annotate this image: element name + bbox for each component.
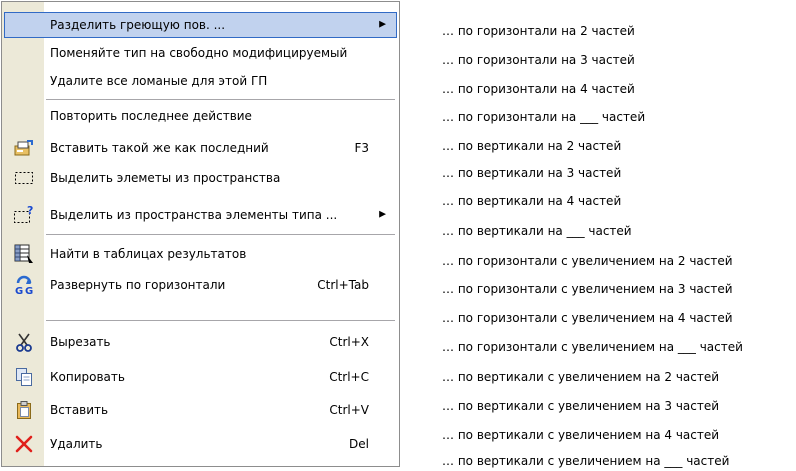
menu-item-shortcut: Ctrl+C [329, 370, 369, 384]
submenu-item-horizontal-2[interactable]: … по горизонтали на 2 частей [442, 24, 635, 38]
menu-item-repeat-last-action[interactable]: Повторить последнее действие [4, 103, 397, 129]
svg-text:?: ? [27, 205, 33, 217]
submenu-item-horizontal-n[interactable]: … по горизонтали на ___ частей [442, 110, 645, 124]
menu-item-label: Удалите все ломаные для этой ГП [50, 74, 268, 88]
menu-item-flip-horizontal[interactable]: G G Развернуть по горизонтали Ctrl+Tab [4, 272, 397, 298]
menu-item-shortcut: Ctrl+X [329, 335, 369, 349]
submenu-item-vertical-n[interactable]: … по вертикали на ___ частей [442, 224, 632, 238]
menu-item-label: Разделить греющую пов. ... [50, 18, 226, 32]
split-submenu: … по горизонтали на 2 частей … по горизо… [428, 0, 796, 471]
screen: Разделить греющую пов. ... ▶ Поменяйте т… [0, 0, 796, 471]
scissors-icon [13, 331, 35, 353]
submenu-item-vertical-4[interactable]: … по вертикали на 4 частей [442, 194, 621, 208]
delete-icon [13, 433, 35, 455]
copy-icon [13, 366, 35, 388]
menu-separator [46, 99, 395, 100]
menu-item-label: Вырезать [50, 335, 111, 349]
menu-item-delete-polylines[interactable]: Удалите все ломаные для этой ГП [4, 68, 397, 94]
menu-item-delete[interactable]: Удалить Del [4, 431, 397, 457]
svg-text:G: G [25, 286, 33, 296]
submenu-item-vertical-inc-4[interactable]: … по вертикали с увеличением на 4 частей [442, 428, 719, 442]
menu-item-change-type-free[interactable]: Поменяйте тип на свободно модифицируемый [4, 40, 397, 66]
menu-item-shortcut: F3 [354, 141, 369, 155]
menu-item-select-from-space[interactable]: Выделить элеметы из пространства [4, 165, 397, 191]
svg-text:G: G [15, 286, 23, 296]
menu-item-shortcut: Ctrl+V [329, 403, 369, 417]
menu-item-label: Выделить из пространства элементы типа .… [50, 208, 338, 222]
submenu-item-vertical-3[interactable]: … по вертикали на 3 частей [442, 166, 621, 180]
paste-icon [13, 399, 35, 421]
menu-item-split-heating-surface[interactable]: Разделить греющую пов. ... ▶ [4, 12, 397, 38]
menu-item-label: Удалить [50, 437, 103, 451]
submenu-item-vertical-inc-n[interactable]: … по вертикали с увеличением на ___ част… [442, 454, 729, 468]
flip-horizontal-icon: G G [13, 274, 35, 296]
menu-item-copy[interactable]: Копировать Ctrl+C [4, 364, 397, 390]
menu-item-paste[interactable]: Вставить Ctrl+V [4, 397, 397, 423]
menu-item-label: Выделить элеметы из пространства [50, 171, 281, 185]
menu-item-shortcut: Ctrl+Tab [317, 278, 369, 292]
submenu-item-horizontal-inc-3[interactable]: … по горизонтали с увеличением на 3 част… [442, 282, 733, 296]
menu-item-label: Вставить [50, 403, 109, 417]
submenu-arrow-icon: ▶ [379, 209, 386, 220]
submenu-item-vertical-2[interactable]: … по вертикали на 2 частей [442, 139, 621, 153]
select-region-icon [13, 167, 35, 189]
menu-item-find-in-results[interactable]: Найти в таблицах результатов [4, 241, 397, 267]
menu-item-cut[interactable]: Вырезать Ctrl+X [4, 329, 397, 355]
submenu-item-horizontal-4[interactable]: … по горизонтали на 4 частей [442, 82, 635, 96]
submenu-item-horizontal-inc-n[interactable]: … по горизонтали с увеличением на ___ ча… [442, 340, 743, 354]
menu-item-label: Повторить последнее действие [50, 109, 252, 123]
submenu-item-horizontal-inc-2[interactable]: … по горизонтали с увеличением на 2 част… [442, 254, 733, 268]
menu-item-label: Найти в таблицах результатов [50, 247, 247, 261]
menu-separator [46, 320, 395, 321]
menu-item-select-type-from-space[interactable]: ? Выделить из пространства элементы типа… [4, 202, 397, 228]
menu-item-label: Развернуть по горизонтали [50, 278, 226, 292]
submenu-item-vertical-inc-3[interactable]: … по вертикали с увеличением на 3 частей [442, 399, 719, 413]
submenu-arrow-icon: ▶ [379, 19, 386, 30]
menu-item-insert-same-as-last[interactable]: Вставить такой же как последний F3 [4, 135, 397, 161]
submenu-item-horizontal-inc-4[interactable]: … по горизонтали с увеличением на 4 част… [442, 311, 733, 325]
select-region-type-icon: ? [13, 204, 35, 226]
menu-separator [46, 234, 395, 235]
menu-item-shortcut: Del [349, 437, 369, 451]
insert-same-icon [13, 137, 35, 159]
menu-item-label: Копировать [50, 370, 125, 384]
menu-item-label: Поменяйте тип на свободно модифицируемый [50, 46, 348, 60]
results-table-icon [13, 243, 35, 265]
submenu-item-vertical-inc-2[interactable]: … по вертикали с увеличением на 2 частей [442, 370, 719, 384]
menu-item-label: Вставить такой же как последний [50, 141, 269, 155]
submenu-item-horizontal-3[interactable]: … по горизонтали на 3 частей [442, 53, 635, 67]
context-menu: Разделить греющую пов. ... ▶ Поменяйте т… [1, 1, 400, 467]
